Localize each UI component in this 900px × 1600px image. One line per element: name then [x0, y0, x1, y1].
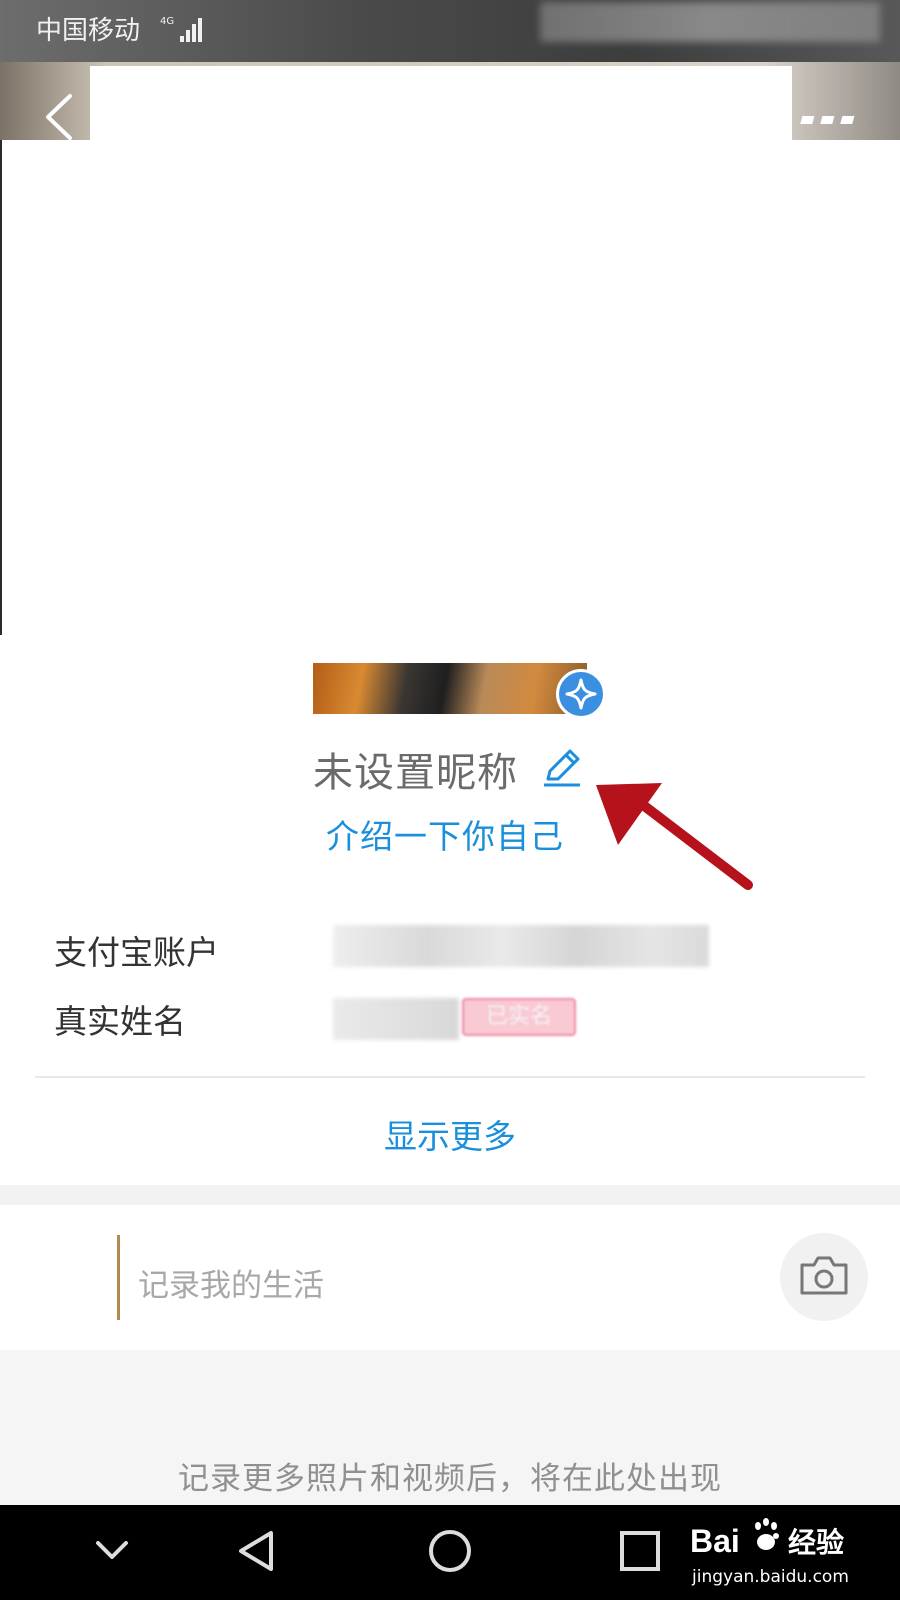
avatar[interactable] — [313, 663, 587, 714]
pencil-edit-icon[interactable] — [540, 745, 584, 789]
account-value-redacted — [333, 925, 709, 967]
back-triangle-icon[interactable] — [235, 1529, 279, 1573]
carrier-name: 中国移动 — [36, 16, 141, 46]
divider — [35, 1076, 865, 1078]
network-type: 4G — [160, 16, 174, 27]
post-accent-line — [117, 1235, 120, 1320]
intro-link[interactable]: 介绍一下你自己 — [326, 810, 564, 858]
camera-icon — [800, 1256, 848, 1295]
profile-banner — [0, 140, 900, 635]
back-button[interactable] — [40, 92, 80, 142]
show-more-button[interactable]: 显示更多 — [0, 1110, 900, 1158]
media-placeholder-text: 记录更多照片和视频后，将在此处出现 — [178, 1461, 722, 1497]
annotation-arrow — [596, 783, 753, 890]
signal-strength-icon: 4G — [160, 16, 202, 42]
account-label: 支付宝账户 — [54, 933, 219, 972]
watermark-url: jingyan.baidu.com — [691, 1567, 849, 1587]
home-circle-icon[interactable] — [426, 1527, 474, 1575]
camera-button[interactable] — [780, 1233, 868, 1321]
real-name-label: 真实姓名 — [54, 1002, 186, 1041]
watermark-brand: Bai — [690, 1523, 740, 1559]
cover-image-area — [90, 66, 792, 142]
real-name-value-redacted — [333, 998, 459, 1040]
post-bar — [0, 1205, 900, 1350]
post-input[interactable]: 记录我的生活 — [138, 1260, 324, 1305]
section-gap — [0, 1185, 900, 1205]
banner-edge — [0, 140, 2, 635]
baidu-jingyan-watermark: Bai 经验 jingyan.baidu.com — [690, 1518, 849, 1587]
watermark-brand-suffix: 经验 — [788, 1526, 844, 1559]
recents-square-icon[interactable] — [618, 1529, 662, 1573]
more-dots-icon[interactable] — [800, 110, 860, 130]
verified-badge: 已实名 — [462, 998, 576, 1036]
sparkle-badge-icon — [556, 669, 606, 719]
chevron-down-icon[interactable] — [92, 1531, 132, 1571]
status-bar-blurred-area — [540, 2, 880, 42]
nickname[interactable]: 未设置昵称 — [313, 740, 518, 798]
